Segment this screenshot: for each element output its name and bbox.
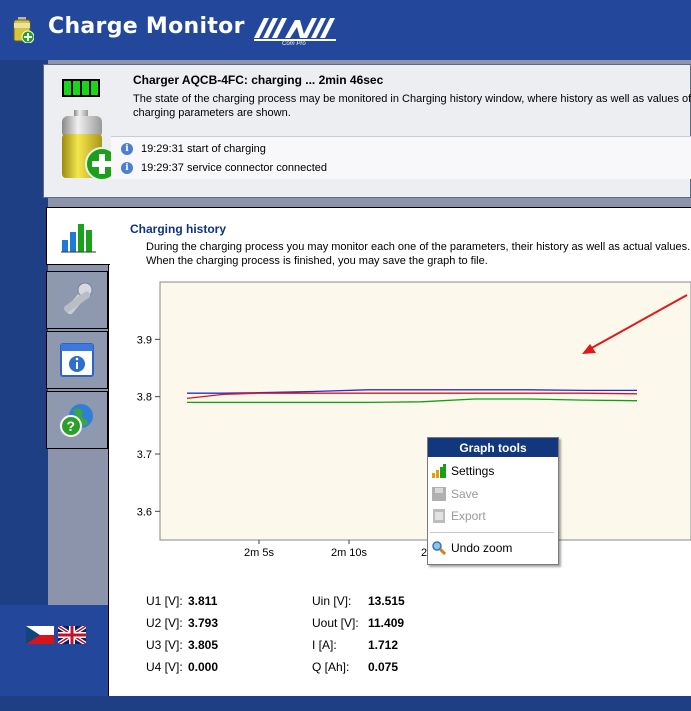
section-heading: Charging history xyxy=(130,222,227,236)
plot-area[interactable] xyxy=(159,281,691,541)
reading-uin: Uin [V]: 13.515 xyxy=(312,594,405,608)
reading-u3: U3 [V]: 3.805 xyxy=(146,638,218,652)
menu-title: Graph tools xyxy=(428,438,558,457)
svg-text:?: ? xyxy=(67,418,76,434)
log-entry: i 19:29:31 start of charging xyxy=(111,140,266,158)
reading-value: 3.811 xyxy=(188,594,218,608)
menu-label: Settings xyxy=(451,464,495,478)
x-tick-label: 2m 10s xyxy=(331,547,368,559)
y-axis: 3.6 3.7 3.8 3.9 xyxy=(137,334,160,518)
x-tick-label: 2m 5s xyxy=(244,547,274,559)
reading-value: 13.515 xyxy=(368,594,405,608)
log-time: 19:29:31 xyxy=(141,143,184,155)
log-message: start of charging xyxy=(187,143,266,155)
menu-label: Save xyxy=(451,487,479,501)
event-log: i 19:29:31 start of charging i 19:29:37 … xyxy=(111,136,691,179)
menu-item-undo-zoom[interactable]: Undo zoom xyxy=(432,538,512,558)
battery-level-indicator xyxy=(62,79,100,97)
menu-separator xyxy=(430,532,554,533)
status-description: The state of the charging process may be… xyxy=(133,93,691,119)
help-globe-icon: ? xyxy=(60,404,93,437)
reading-value: 0.075 xyxy=(368,660,399,674)
menu-label: Undo zoom xyxy=(451,541,513,555)
bar-chart-icon xyxy=(60,224,96,253)
y-tick-label: 3.6 xyxy=(137,506,152,518)
save-icon xyxy=(432,487,446,501)
bar-chart-icon xyxy=(432,464,446,478)
reading-value: 3.793 xyxy=(188,616,219,630)
tab-help[interactable]: ? xyxy=(46,391,108,449)
reading-u4: U4 [V]: 0.000 xyxy=(146,660,218,674)
reading-label: U4 [V]: xyxy=(146,660,183,674)
log-message: service connector connected xyxy=(187,162,328,174)
reading-label: Uout [V]: xyxy=(312,616,359,630)
tab-charging-history[interactable] xyxy=(46,207,110,265)
export-icon xyxy=(433,509,445,523)
reading-label: Q [Ah]: xyxy=(312,660,350,674)
y-tick-label: 3.7 xyxy=(137,449,152,461)
battery-cell xyxy=(91,81,98,95)
reading-label: Uin [V]: xyxy=(312,594,352,608)
reading-label: U2 [V]: xyxy=(146,616,183,630)
tools-icon xyxy=(63,282,93,315)
tab-settings[interactable] xyxy=(46,271,108,329)
section-description: During the charging process you may moni… xyxy=(146,241,691,267)
reading-current: I [A]: 1.712 xyxy=(312,638,398,652)
menu-item-save[interactable]: Save xyxy=(432,484,478,504)
bottom-bar xyxy=(0,696,691,711)
uk-flag-icon[interactable] xyxy=(58,626,86,644)
log-entry: i 19:29:37 service connector connected xyxy=(111,159,327,177)
info-icon: i xyxy=(121,143,133,155)
app-title: Charge Monitor xyxy=(48,14,245,39)
reading-u1: U1 [V]: 3.811 xyxy=(146,594,217,608)
y-tick-label: 3.9 xyxy=(137,334,152,346)
reading-charge: Q [Ah]: 0.075 xyxy=(312,660,398,674)
menu-item-settings[interactable]: Settings xyxy=(432,461,494,481)
menu-label: Export xyxy=(451,509,486,523)
y-tick-label: 3.8 xyxy=(137,392,152,404)
reading-label: U1 [V]: xyxy=(146,594,183,608)
battery-app-icon xyxy=(12,17,35,44)
log-time: 19:29:37 xyxy=(141,162,184,174)
graph-tools-menu: Graph tools Settings Save Export Undo zo… xyxy=(427,437,559,565)
menu-item-export[interactable]: Export xyxy=(432,506,486,526)
info-icon: i xyxy=(121,162,133,174)
reading-value: 11.409 xyxy=(368,616,405,630)
czech-flag-icon[interactable] xyxy=(26,626,54,644)
reading-u2: U2 [V]: 3.793 xyxy=(146,616,218,630)
company-logo: Com Pro xyxy=(252,14,344,47)
reading-label: U3 [V]: xyxy=(146,638,183,652)
charger-status: Charger AQCB-4FC: charging ... 2min 46se… xyxy=(133,73,384,87)
charging-graph[interactable]: 3.63.73.83.9 2m 5s2m 10s2m 15s2m 20s xyxy=(112,280,691,576)
reading-value: 3.805 xyxy=(188,638,219,652)
battery-cell xyxy=(82,81,89,95)
reading-value: 1.712 xyxy=(368,638,399,652)
info-window-icon xyxy=(60,343,94,377)
reading-value: 0.000 xyxy=(188,660,219,674)
reading-label: I [A]: xyxy=(312,638,337,652)
magnifier-icon xyxy=(432,541,446,555)
battery-cell xyxy=(73,81,80,95)
battery-cell xyxy=(64,81,71,95)
tab-information[interactable] xyxy=(46,331,108,389)
svg-text:Com Pro: Com Pro xyxy=(282,41,306,46)
reading-uout: Uout [V]: 11.409 xyxy=(312,616,404,630)
language-switcher xyxy=(26,626,92,648)
